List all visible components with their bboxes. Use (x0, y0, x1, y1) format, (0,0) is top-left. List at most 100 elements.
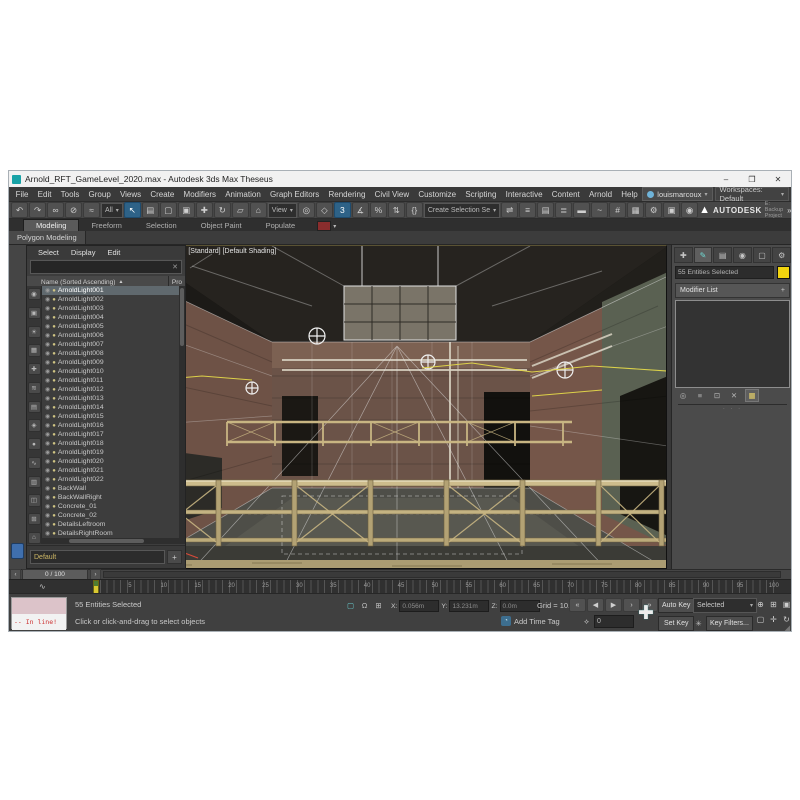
navigation-cross-icon[interactable]: ✚ (635, 598, 657, 628)
visibility-eye-icon[interactable]: ◉ (45, 395, 50, 402)
reference-coordinate-dropdown[interactable]: View ▾ (268, 203, 297, 218)
select-and-place-icon[interactable]: ⌂ (250, 202, 267, 218)
bind-to-space-warp-icon[interactable]: ≈ (83, 202, 100, 218)
object-color-swatch[interactable] (777, 266, 790, 279)
modifier-stack[interactable] (675, 300, 790, 388)
visibility-eye-icon[interactable]: ◉ (45, 449, 50, 456)
list-item[interactable]: ◉ ● ArnoldLight017 (42, 430, 179, 439)
list-item[interactable]: ◉ ● ArnoldLight021 (42, 466, 179, 475)
menu-item[interactable]: Animation (221, 190, 266, 199)
auto-key-button[interactable]: Auto Key (658, 598, 694, 613)
viewport-layout-tab[interactable] (11, 543, 24, 559)
list-item[interactable]: ◉ ● ArnoldLight011 (42, 376, 179, 385)
select-and-rotate-icon[interactable]: ↻ (214, 202, 231, 218)
list-item[interactable]: ◉ ● ArnoldLight019 (42, 448, 179, 457)
visibility-eye-icon[interactable]: ◉ (45, 350, 50, 357)
list-item[interactable]: ◉ ● ArnoldLight001 (42, 286, 179, 295)
list-item[interactable]: ◉ ● ArnoldLight007 (42, 340, 179, 349)
panel-resize-grip[interactable]: · · · (672, 406, 792, 412)
list-item[interactable]: ◉ ● Concrete_02 (42, 511, 179, 520)
key-filter-icon[interactable]: ✳ (693, 618, 704, 629)
render-setup-icon[interactable]: ⚙ (645, 202, 662, 218)
list-item[interactable]: ◉ ● DetailsLeftroom (42, 520, 179, 529)
time-slider-track[interactable] (103, 571, 781, 578)
explorer-search-input[interactable]: ✕ (30, 260, 182, 274)
filter-helpers-icon[interactable]: ✚ (28, 363, 41, 375)
schematic-view-icon[interactable]: # (609, 202, 626, 218)
menu-item[interactable]: Group (84, 190, 115, 199)
zoom-extents-icon[interactable]: ▣ (781, 598, 792, 611)
motion-tab-icon[interactable]: ◉ (733, 247, 752, 263)
filter-geometry-icon[interactable]: ▣ (28, 307, 41, 319)
ribbon-tab[interactable]: Selection (134, 220, 189, 231)
visibility-eye-icon[interactable]: ◉ (45, 404, 50, 411)
visibility-eye-icon[interactable]: ◉ (45, 332, 50, 339)
menu-item[interactable]: Help (617, 190, 643, 199)
list-item[interactable]: ◉ ● ArnoldLight002 (42, 295, 179, 304)
zoom-icon[interactable]: ⊕ (755, 598, 766, 611)
visibility-eye-icon[interactable]: ◉ (45, 323, 50, 330)
list-item[interactable]: ◉ ● ArnoldLight010 (42, 367, 179, 376)
menu-item[interactable]: Arnold (584, 190, 616, 199)
menu-item[interactable]: Customize (414, 190, 461, 199)
selection-filter-dropdown[interactable]: All ▾ (101, 203, 123, 218)
menu-item[interactable]: File (11, 190, 33, 199)
menu-item[interactable]: Scripting (461, 190, 501, 199)
remove-modifier-icon[interactable]: ✕ (728, 390, 740, 401)
list-item[interactable]: ◉ ● BackWallRight (42, 493, 179, 502)
current-frame-field[interactable]: 0 (594, 615, 634, 628)
ribbon-tab[interactable]: Populate (254, 220, 308, 231)
play-button[interactable]: ▶ (605, 598, 622, 612)
visibility-eye-icon[interactable]: ◉ (45, 440, 50, 447)
filter-lights-icon[interactable]: ☀ (28, 326, 41, 338)
visibility-eye-icon[interactable]: ◉ (45, 530, 50, 537)
list-item[interactable]: ◉ ● ArnoldLight016 (42, 421, 179, 430)
menu-item[interactable]: Views (115, 190, 145, 199)
polygon-modeling-panel[interactable]: Polygon Modeling (9, 231, 86, 244)
modifier-list-dropdown[interactable]: Modifier List + (675, 283, 790, 298)
toggle-ribbon-icon[interactable]: ▬ (573, 202, 590, 218)
workspaces-dropdown[interactable]: Workspaces: Default ▾ (715, 187, 790, 201)
filter-materials-icon[interactable]: ● (28, 438, 41, 450)
select-and-manipulate-icon[interactable]: ◇ (316, 202, 333, 218)
menu-item[interactable]: Content (547, 190, 584, 199)
visibility-eye-icon[interactable]: ◉ (45, 314, 50, 321)
filter-bones-icon[interactable]: ∿ (28, 457, 41, 469)
list-item[interactable]: ◉ ● ArnoldLight005 (42, 322, 179, 331)
visibility-eye-icon[interactable]: ◉ (45, 512, 50, 519)
filter-xrefs-icon[interactable]: ◈ (28, 419, 41, 431)
explorer-menu-item[interactable]: Display (66, 248, 101, 257)
undo-icon[interactable]: ↶ (11, 202, 28, 218)
explorer-horizontal-scrollbar[interactable] (41, 538, 179, 544)
window-crossing-icon[interactable]: ▣ (178, 202, 195, 218)
list-item[interactable]: ◉ ● ArnoldLight008 (42, 349, 179, 358)
select-and-link-icon[interactable]: ∞ (47, 202, 64, 218)
visibility-eye-icon[interactable]: ◉ (45, 494, 50, 501)
key-filters-button[interactable]: Key Filters... (706, 616, 753, 631)
select-by-name-icon[interactable]: ▤ (142, 202, 159, 218)
select-object-icon[interactable]: ↖ (124, 202, 141, 218)
go-to-start-button[interactable]: « (569, 598, 586, 612)
list-item[interactable]: ◉ ● ArnoldLight015 (42, 412, 179, 421)
visibility-eye-icon[interactable]: ◉ (45, 431, 50, 438)
toggle-scene-explorer-icon[interactable]: ≣ (555, 202, 572, 218)
toggle-layer-explorer-icon[interactable]: ▤ (537, 202, 554, 218)
visibility-eye-icon[interactable]: ◉ (45, 341, 50, 348)
filter-scene-icon[interactable]: ⌂ (28, 532, 41, 544)
menu-item[interactable]: Graph Editors (265, 190, 324, 199)
edit-named-selection-sets-icon[interactable]: {} (406, 202, 423, 218)
curve-editor-icon[interactable]: ~ (591, 202, 608, 218)
filter-shapes-icon[interactable]: ◫ (28, 494, 41, 506)
mirror-icon[interactable]: ⇌ (501, 202, 518, 218)
window-resize-grip[interactable]: ◢ (785, 624, 790, 632)
visibility-eye-icon[interactable]: ◉ (45, 377, 50, 384)
visibility-eye-icon[interactable]: ◉ (45, 503, 50, 510)
named-selection-sets-dropdown[interactable]: Create Selection Se ▾ (424, 203, 500, 218)
zoom-region-icon[interactable]: ▢ (755, 613, 766, 626)
track-bar[interactable]: ∿ 05101520253035404550556065707580859095… (9, 579, 791, 593)
x-coordinate-field[interactable]: 0.056m (399, 600, 439, 612)
spinner-snap-toggle-icon[interactable]: ⇅ (388, 202, 405, 218)
isolate-selection-icon[interactable]: ▢ (345, 600, 356, 611)
show-end-result-icon[interactable]: ≡ (694, 390, 706, 401)
visibility-eye-icon[interactable]: ◉ (45, 467, 50, 474)
